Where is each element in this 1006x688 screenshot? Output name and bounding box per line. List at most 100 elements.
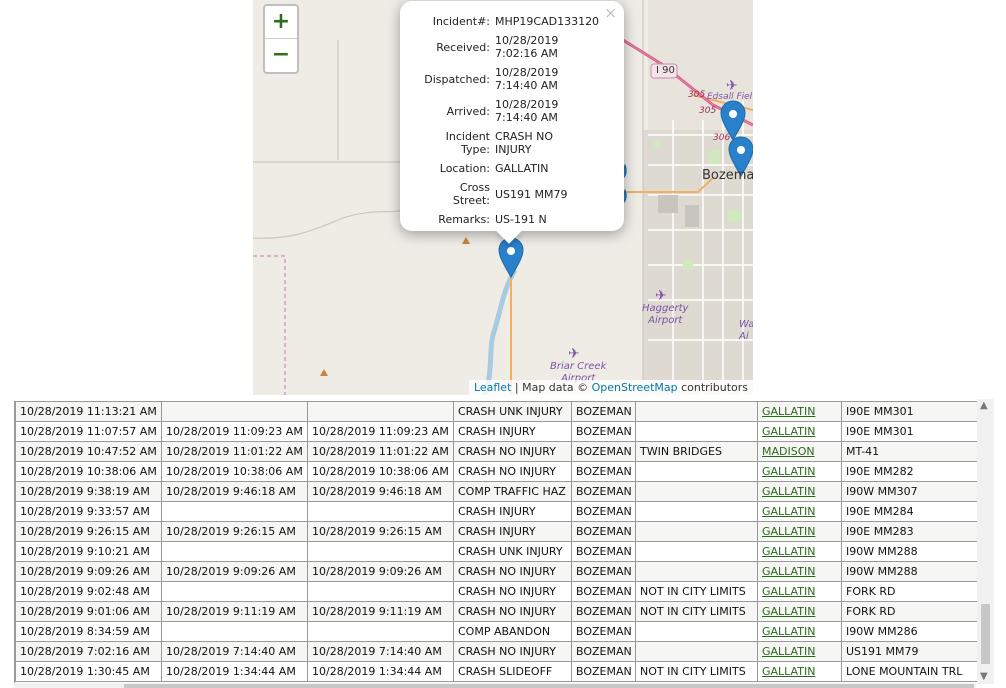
city-cell: [635, 401, 758, 422]
table-cell: GALLATIN: [757, 461, 842, 482]
received-cell: 10/28/2019 9:10:21 AM: [15, 541, 162, 562]
county-link[interactable]: GALLATIN: [762, 465, 815, 478]
dispatched-cell: [161, 401, 308, 422]
table-row[interactable]: 10/28/2019 9:33:57 AM CRASH INJURY BOZEMAN…: [15, 501, 977, 522]
office-cell: BOZEMAN: [571, 661, 636, 682]
highway-shield-label: I 90: [656, 65, 675, 76]
table-row[interactable]: 10/28/2019 9:09:26 AM 10/28/2019 9:09:26 …: [15, 561, 977, 582]
zoom-out-button[interactable]: −: [265, 38, 297, 71]
table-row[interactable]: 10/28/2019 9:10:21 AM CRASH UNK INJURY BOZ…: [15, 541, 977, 562]
county-link[interactable]: GALLATIN: [762, 585, 815, 598]
city-cell: [635, 641, 758, 662]
popup-close-button[interactable]: ×: [604, 4, 617, 22]
table-row[interactable]: 10/28/2019 9:01:06 AM 10/28/2019 9:11:19 …: [15, 601, 977, 622]
location-cell: FORK RD: [841, 601, 977, 622]
type-cell: COMP TRAFFIC HAZ: [453, 481, 572, 502]
openstreetmap-link[interactable]: OpenStreetMap: [592, 381, 678, 394]
table-cell: MADISON: [757, 441, 842, 462]
type-cell: CRASH NO INJURY: [453, 641, 572, 662]
arrived-cell: [307, 621, 454, 642]
county-link[interactable]: GALLATIN: [762, 565, 815, 578]
table-row[interactable]: 10/28/2019 9:02:48 AM CRASH NO INJURY BOZE…: [15, 581, 977, 602]
county-link[interactable]: GALLATIN: [762, 485, 815, 498]
county-link[interactable]: GALLATIN: [762, 505, 815, 518]
type-cell: CRASH INJURY: [453, 501, 572, 522]
zoom-control: + −: [263, 4, 299, 74]
county-link[interactable]: MADISON: [762, 445, 815, 458]
popup-field-value: MHP19CAD133120: [495, 15, 600, 28]
county-link[interactable]: GALLATIN: [762, 665, 815, 678]
table-row[interactable]: 10/28/2019 10:38:06 AM 10/28/2019 10:38:0…: [15, 461, 977, 482]
table-row[interactable]: 10/28/2019 1:30:45 AM 10/28/2019 1:34:44 …: [15, 661, 977, 682]
received-cell: 10/28/2019 1:30:45 AM: [15, 661, 162, 682]
arrived-cell: 10/28/2019 9:46:18 AM: [307, 481, 454, 502]
dispatched-cell: [161, 541, 308, 562]
county-link[interactable]: GALLATIN: [762, 645, 815, 658]
popup-field-label: Incident Type:: [445, 130, 490, 156]
office-cell: BOZEMAN: [571, 481, 636, 502]
scrollbar-thumb[interactable]: [124, 684, 974, 688]
svg-text:✈: ✈: [568, 346, 580, 362]
received-cell: 10/28/2019 9:33:57 AM: [15, 501, 162, 522]
arrived-cell: [307, 501, 454, 522]
table-row[interactable]: 10/28/2019 11:13:21 AM CRASH UNK INJURY BO…: [15, 401, 977, 422]
office-cell: BOZEMAN: [571, 521, 636, 542]
location-cell: I90E MM283: [841, 521, 977, 542]
incident-map[interactable]: ✈ ✈ ✈ I 90 305 305 306 Edsall Fiel Bozema …: [253, 0, 753, 395]
office-cell: BOZEMAN: [571, 401, 636, 422]
incident-table-container[interactable]: 10/28/2019 11:13:21 AM CRASH UNK INJURY BO…: [14, 401, 978, 683]
location-cell: I90W MM288: [841, 541, 977, 562]
county-link[interactable]: GALLATIN: [762, 405, 815, 418]
popup-field-row: Remarks: US-191 N: [410, 213, 602, 228]
county-link[interactable]: GALLATIN: [762, 605, 815, 618]
received-cell: 10/28/2019 8:34:59 AM: [15, 621, 162, 642]
popup-field-label: Cross Street:: [452, 181, 490, 207]
city-cell: [635, 541, 758, 562]
city-cell: NOT IN CITY LIMITS: [635, 661, 758, 682]
county-link[interactable]: GALLATIN: [762, 425, 815, 438]
city-label: Bozema: [702, 168, 753, 183]
leaflet-link[interactable]: Leaflet: [474, 381, 511, 394]
arrived-cell: 10/28/2019 9:09:26 AM: [307, 561, 454, 582]
county-link[interactable]: GALLATIN: [762, 545, 815, 558]
table-row[interactable]: 10/28/2019 7:02:16 AM 10/28/2019 7:14:40 …: [15, 641, 977, 662]
county-link[interactable]: GALLATIN: [762, 525, 815, 538]
table-row[interactable]: 10/28/2019 9:26:15 AM 10/28/2019 9:26:15 …: [15, 521, 977, 542]
table-row[interactable]: 10/28/2019 11:07:57 AM 10/28/2019 11:09:2…: [15, 421, 977, 442]
table-row[interactable]: 10/28/2019 8:34:59 AM COMP ABANDON BOZEMAN…: [15, 621, 977, 642]
table-cell: GALLATIN: [757, 501, 842, 522]
office-cell: BOZEMAN: [571, 501, 636, 522]
city-cell: NOT IN CITY LIMITS: [635, 601, 758, 622]
table-row[interactable]: 10/28/2019 10:47:52 AM 10/28/2019 11:01:2…: [15, 441, 977, 462]
table-cell: GALLATIN: [757, 521, 842, 542]
arrived-cell: [307, 541, 454, 562]
type-cell: CRASH SLIDEOFF: [453, 661, 572, 682]
vertical-scrollbar[interactable]: ▲ ▼: [977, 399, 994, 684]
received-cell: 10/28/2019 11:13:21 AM: [15, 401, 162, 422]
dispatched-cell: [161, 621, 308, 642]
dispatched-cell: 10/28/2019 9:11:19 AM: [161, 601, 308, 622]
popup-field-row: Arrived: 10/28/2019 7:14:40 AM: [410, 98, 602, 130]
scroll-down-icon[interactable]: ▼: [980, 671, 988, 682]
location-cell: I90E MM282: [841, 461, 977, 482]
scroll-up-icon[interactable]: ▲: [980, 400, 988, 411]
type-cell: CRASH INJURY: [453, 521, 572, 542]
popup-field-label: Location:: [439, 162, 490, 175]
zoom-in-button[interactable]: +: [265, 6, 297, 38]
arrived-cell: 10/28/2019 9:11:19 AM: [307, 601, 454, 622]
dispatched-cell: 10/28/2019 9:46:18 AM: [161, 481, 308, 502]
popup-field-row: Received: 10/28/2019 7:02:16 AM: [410, 34, 602, 66]
office-cell: BOZEMAN: [571, 601, 636, 622]
arrived-cell: 10/28/2019 1:34:44 AM: [307, 661, 454, 682]
county-link[interactable]: GALLATIN: [762, 625, 815, 638]
horizontal-scrollbar[interactable]: [14, 683, 976, 688]
city-cell: [635, 621, 758, 642]
table-row[interactable]: 10/28/2019 9:38:19 AM 10/28/2019 9:46:18 …: [15, 481, 977, 502]
popup-field-row: Dispatched: 10/28/2019 7:14:40 AM: [410, 66, 602, 98]
location-cell: I90W MM307: [841, 481, 977, 502]
location-cell: I90W MM286: [841, 621, 977, 642]
scrollbar-thumb[interactable]: [981, 604, 990, 664]
popup-field-label: Remarks:: [438, 213, 490, 226]
popup-details: Incident#: MHP19CAD133120 Received: 10/28/2…: [410, 15, 602, 228]
arrived-cell: [307, 401, 454, 422]
